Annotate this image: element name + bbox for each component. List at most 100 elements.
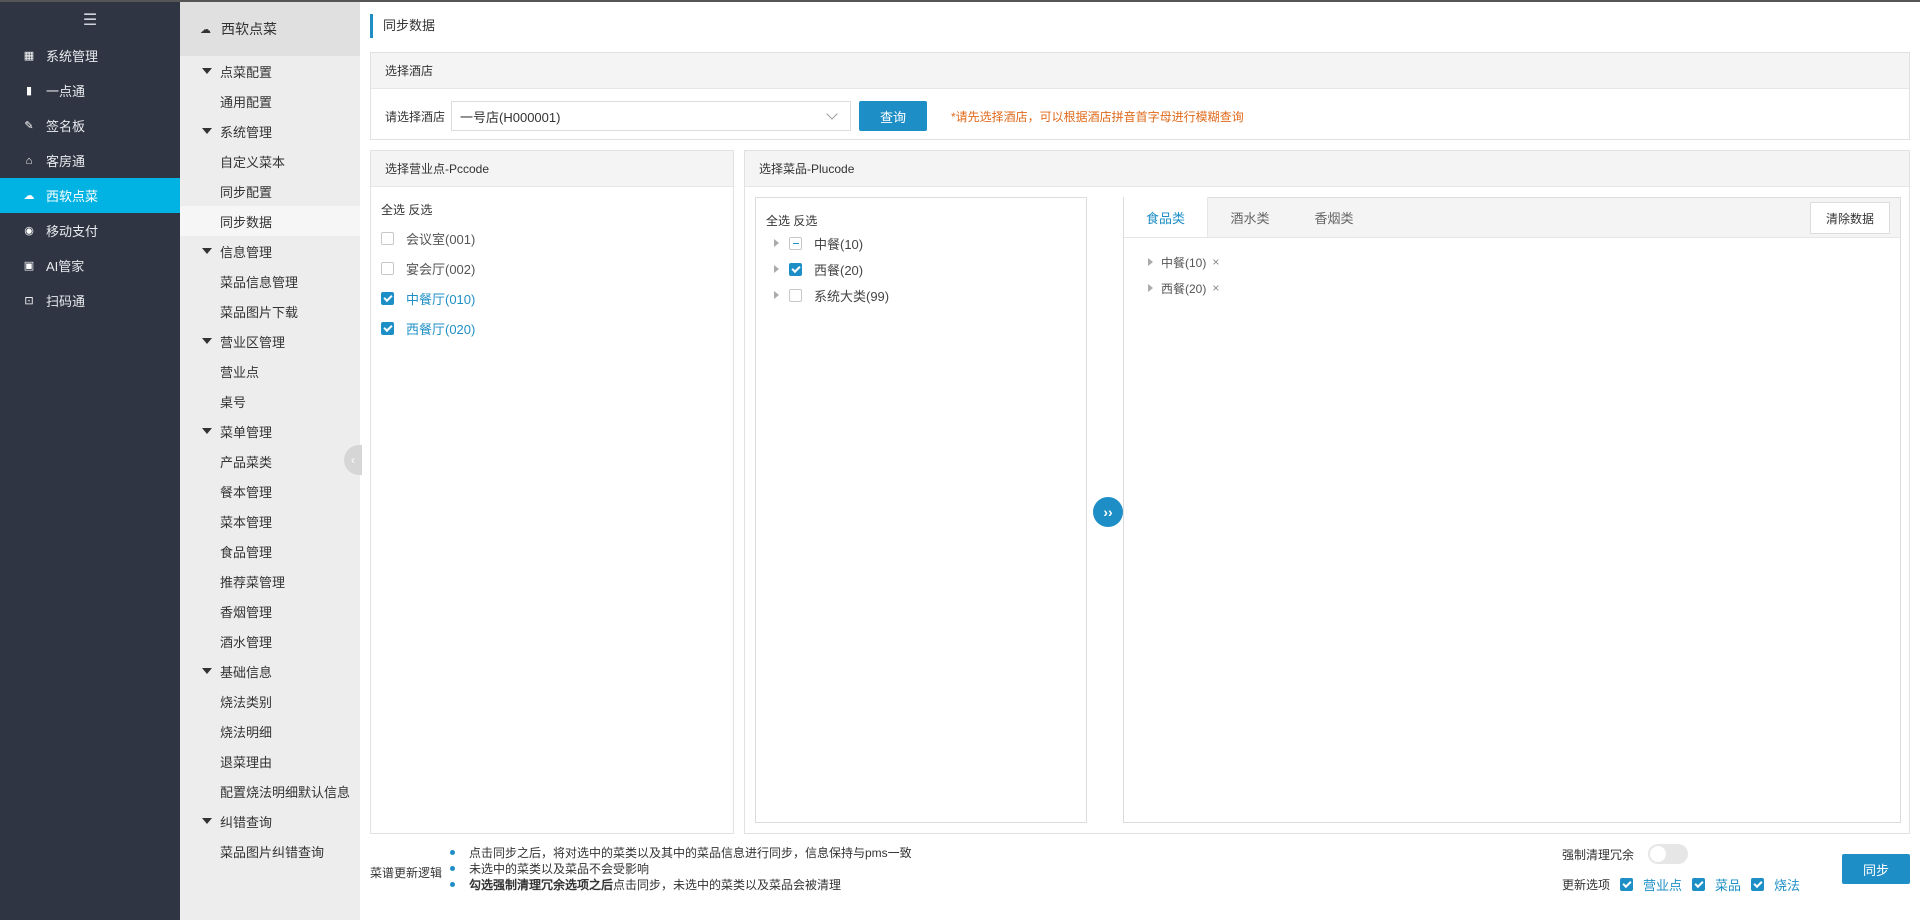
sub-item-dish-image-download[interactable]: 菜品图片下载 [180,296,360,326]
nav-item-label: 移动支付 [46,224,99,239]
sub-group-label: 纠错查询 [220,814,273,830]
sub-item-recommend[interactable]: 推荐菜管理 [180,566,360,596]
nav-item-room[interactable]: ⌂ 客房通 [0,143,180,178]
logic-note-text: 点击同步，未选中的菜类以及菜品会被清理 [613,877,842,892]
pccode-item-label: 会议室(001) [406,231,476,247]
caret-down-icon [202,668,212,674]
sub-item-sync-data[interactable]: 同步数据 [180,206,360,236]
sub-group-label: 点菜配置 [220,64,273,80]
checkbox-checked[interactable] [381,291,394,305]
sub-item-menu-book[interactable]: 菜本管理 [180,506,360,536]
sub-item-image-error-query[interactable]: 菜品图片纠错查询 [180,836,360,866]
sub-group-system[interactable]: 系统管理 [180,116,360,146]
plucode-select-ops[interactable]: 全选 反选 [766,212,817,229]
pccode-item[interactable]: 会议室(001) [381,227,475,249]
hamburger-icon[interactable]: ☰ [0,2,180,38]
sub-group-menu[interactable]: 菜单管理 [180,416,360,446]
nav-item-xiruan-order[interactable]: ☁ 西软点菜 [0,178,180,213]
sub-item-cooking-category[interactable]: 烧法类别 [180,686,360,716]
tree-node[interactable]: 系统大类(99) [774,284,889,306]
selected-item-label: 西餐(20) [1161,281,1207,296]
tab-food[interactable]: 食品类 [1124,197,1208,237]
checkbox-partial[interactable] [789,236,802,250]
nav-item-ai-butler[interactable]: ▣ AI管家 [0,248,180,283]
caret-right-icon[interactable] [774,265,779,273]
caret-right-icon[interactable] [774,239,779,247]
update-option-cooking[interactable]: 烧法 [1751,875,1800,894]
sub-item-dish-info[interactable]: 菜品信息管理 [180,266,360,296]
nav-item-mobile-pay[interactable]: ◉ 移动支付 [0,213,180,248]
sub-item-table-no[interactable]: 桌号 [180,386,360,416]
query-button[interactable]: 查询 [859,101,928,131]
update-option-dish[interactable]: 菜品 [1692,875,1741,894]
caret-right-icon[interactable] [1148,284,1153,292]
update-logic-notes: 点击同步之后，将对选中的菜类以及其中的菜品信息进行同步，信息保持与pms一致 未… [450,844,912,892]
hotel-panel: 选择酒店 请选择酒店 一号店(H000001) 查询 *请先选择酒店，可以根据酒… [370,52,1910,140]
tab-cigarette[interactable]: 香烟类 [1292,197,1376,237]
sub-group-basic-info[interactable]: 基础信息 [180,656,360,686]
checkbox-checked[interactable] [789,262,802,276]
nav-item-yidiantong[interactable]: ▮ 一点通 [0,73,180,108]
sub-group-label: 营业区管理 [220,334,286,350]
checkbox-checked[interactable] [1692,878,1706,891]
sub-group-order-config[interactable]: 点菜配置 [180,56,360,86]
nav-item-scan[interactable]: ⊡ 扫码通 [0,283,180,318]
sub-item-cooking-detail[interactable]: 烧法明细 [180,716,360,746]
nav-item-signpad[interactable]: ✎ 签名板 [0,108,180,143]
sub-group-info[interactable]: 信息管理 [180,236,360,266]
force-clean-toggle[interactable] [1648,844,1689,864]
checkbox-checked[interactable] [1751,878,1765,891]
sub-item-outlet[interactable]: 营业点 [180,356,360,386]
checkbox-checked[interactable] [381,321,394,335]
sub-item-general-config[interactable]: 通用配置 [180,86,360,116]
sub-nav-header: ☁ 西软点菜 [180,2,360,56]
checkbox[interactable] [381,261,394,275]
sub-item-drinks[interactable]: 酒水管理 [180,626,360,656]
checkbox[interactable] [381,231,394,245]
remove-icon[interactable]: × [1212,281,1219,295]
caret-right-icon[interactable] [774,291,779,299]
nav-item-system[interactable]: ▦ 系统管理 [0,38,180,73]
tree-node[interactable]: 西餐(20) [774,258,863,280]
sub-item-product-category[interactable]: 产品菜类 [180,446,360,476]
tab-drinks[interactable]: 酒水类 [1208,197,1292,237]
category-tabs: 食品类 酒水类 香烟类 [1124,197,1900,238]
tree-node-label: 中餐(10) [814,236,864,252]
nav-item-label: AI管家 [46,259,85,274]
caret-right-icon[interactable] [1148,258,1153,266]
selected-item[interactable]: 中餐(10) × [1148,252,1219,272]
pccode-item[interactable]: 西餐厅(020) [381,317,475,339]
sub-item-return-reason[interactable]: 退菜理由 [180,746,360,776]
sub-group-label: 信息管理 [220,244,273,260]
sub-group-error-query[interactable]: 纠错查询 [180,806,360,836]
update-option-outlet[interactable]: 营业点 [1620,875,1682,894]
checkbox[interactable] [789,288,802,302]
move-right-button[interactable]: ›› [1093,497,1123,527]
pccode-item[interactable]: 宴会厅(002) [381,257,475,279]
hotel-select[interactable]: 一号店(H000001) [451,101,852,131]
pccode-item[interactable]: 中餐厅(010) [381,287,475,309]
bullet-icon [450,865,455,871]
pccode-panel-title: 选择营业点-Pccode [371,151,733,187]
sub-item-sync-config[interactable]: 同步配置 [180,176,360,206]
sub-item-meal-book[interactable]: 餐本管理 [180,476,360,506]
pccode-select-ops[interactable]: 全选 反选 [381,201,432,218]
sub-group-business-area[interactable]: 营业区管理 [180,326,360,356]
tree-node[interactable]: 中餐(10) [774,232,863,254]
sync-button[interactable]: 同步 [1842,854,1910,884]
sub-item-food[interactable]: 食品管理 [180,536,360,566]
hotel-select-label: 请选择酒店 [385,109,446,124]
remove-icon[interactable]: × [1212,255,1219,269]
pccode-item-label: 中餐厅(010) [406,291,476,307]
hotel-panel-title: 选择酒店 [371,53,1909,89]
logic-note: 点击同步之后，将对选中的菜类以及其中的菜品信息进行同步，信息保持与pms一致 [450,844,912,860]
sub-item-custom-menu[interactable]: 自定义菜本 [180,146,360,176]
sub-item-cooking-default[interactable]: 配置烧法明细默认信息 [180,776,360,806]
pccode-item-label: 西餐厅(020) [406,321,476,337]
sub-item-cigarette[interactable]: 香烟管理 [180,596,360,626]
selected-item[interactable]: 西餐(20) × [1148,278,1219,298]
pccode-panel: 选择营业点-Pccode 全选 反选 会议室(001) 宴会厅(002) 中餐厅… [370,150,734,834]
checkbox-checked[interactable] [1620,878,1634,891]
clear-data-button[interactable]: 清除数据 [1810,202,1890,234]
hotel-select-value: 一号店(H000001) [460,109,561,125]
